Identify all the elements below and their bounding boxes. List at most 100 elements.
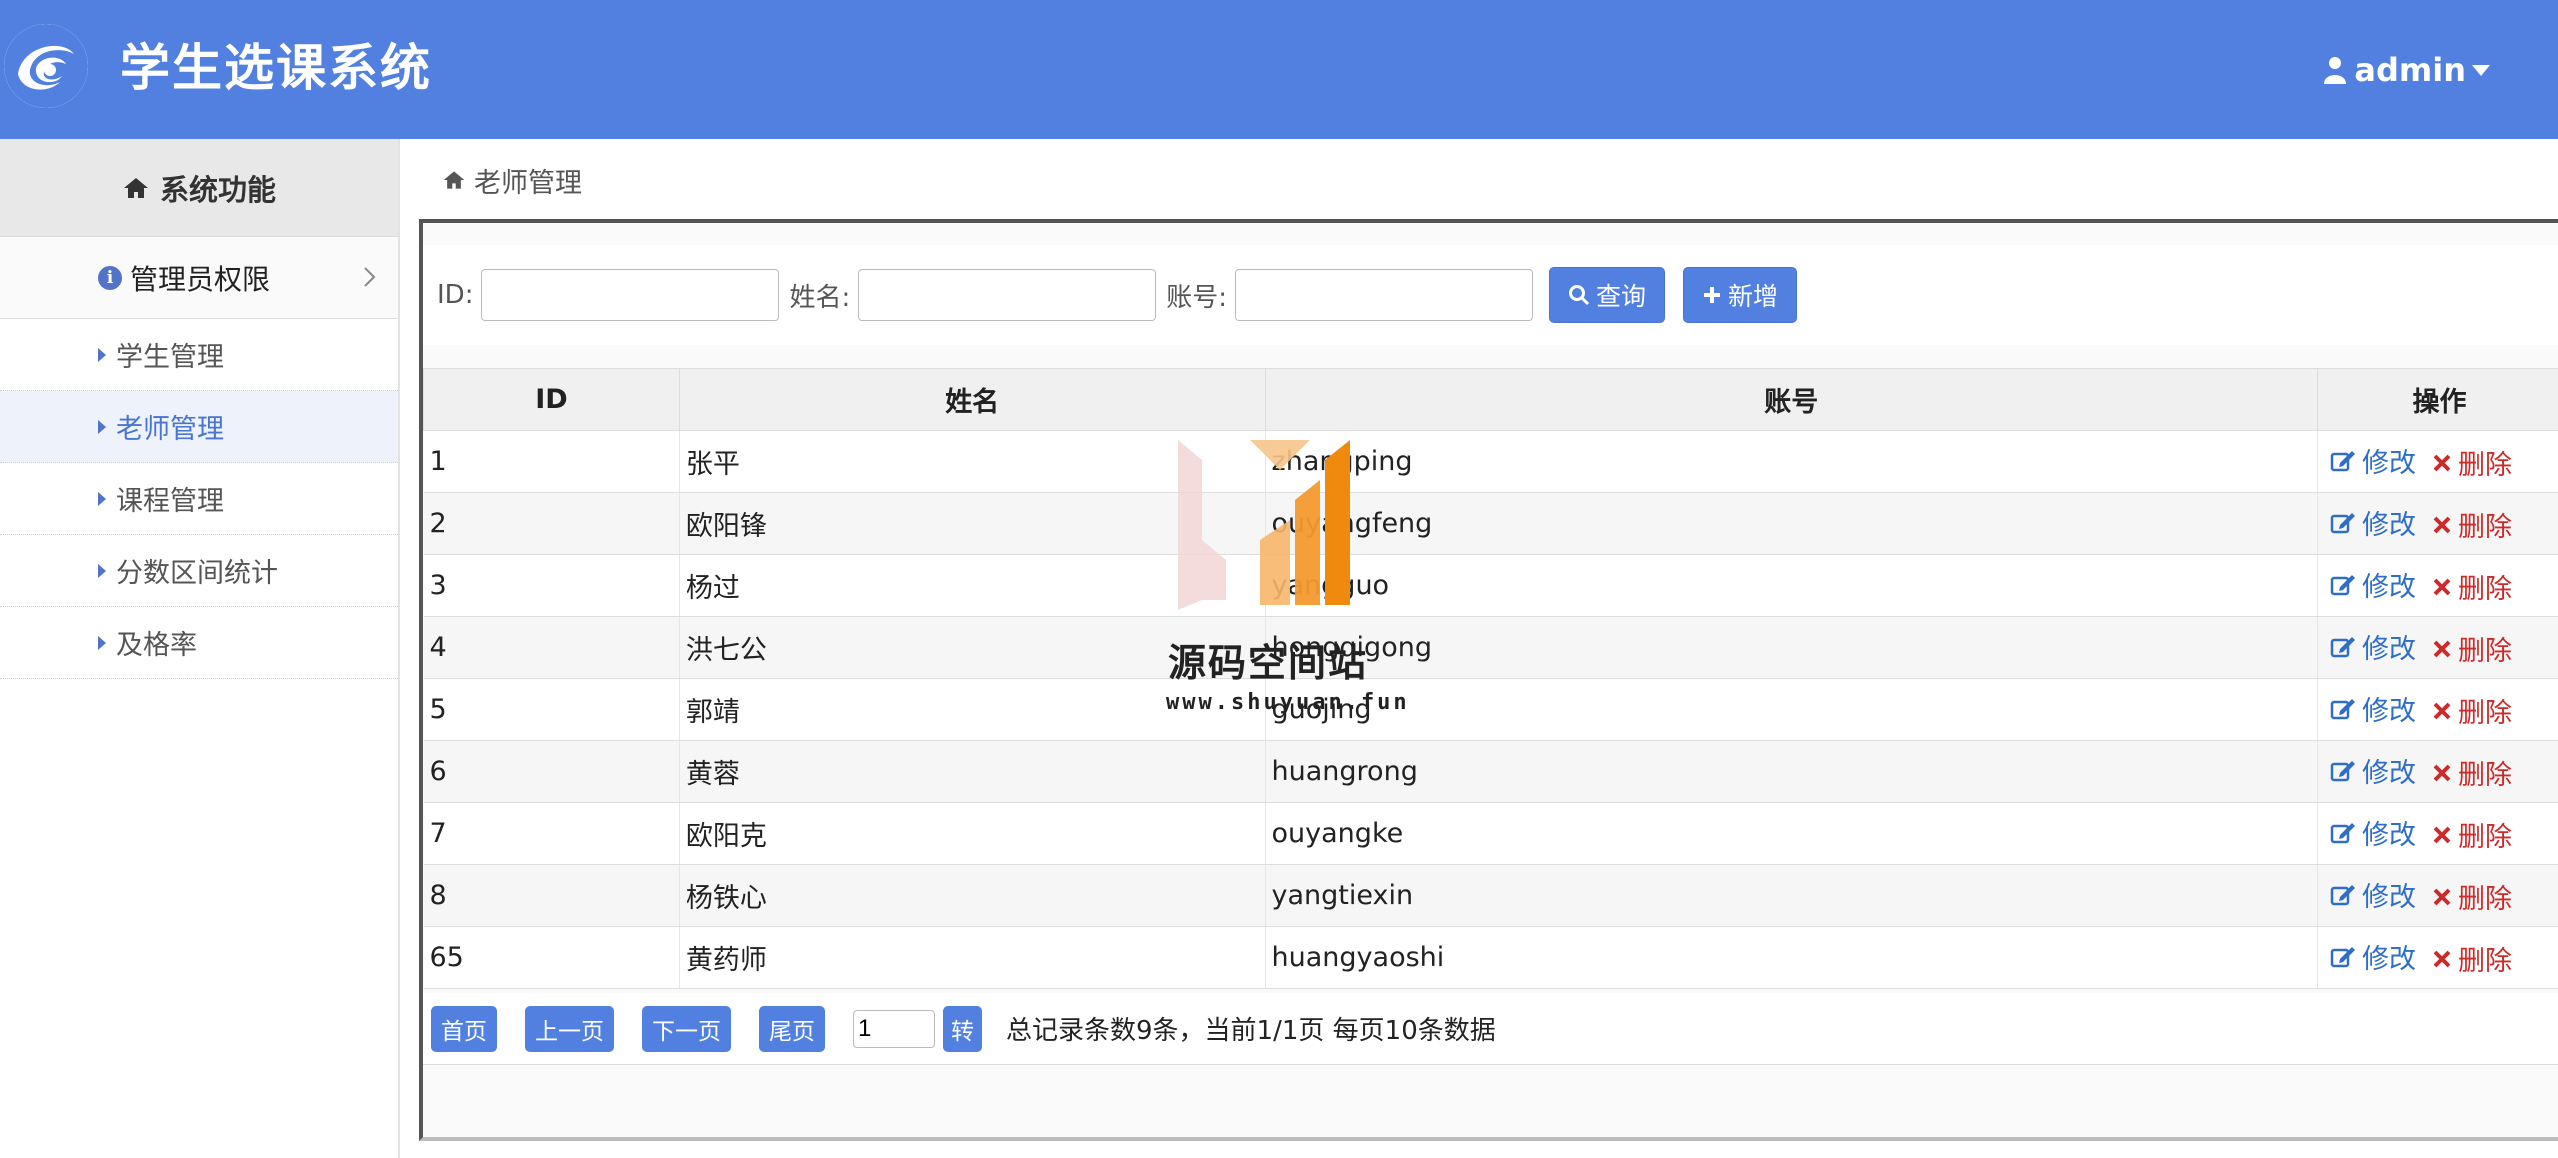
cell-id: 1 [423,430,680,493]
edit-label: 修改 [2362,634,2416,665]
watermark-url: www.shuyuan.fun [1166,690,1410,715]
cell-name: 杨铁心 [679,864,1266,927]
sidebar-item-score-range[interactable]: 分数区间统计 [0,535,398,607]
delete-button[interactable]: 删除 [2432,691,2512,730]
next-page-button[interactable]: 下一页 [642,1005,731,1052]
cell-id: 6 [423,740,680,803]
page-number-input[interactable] [853,1009,935,1048]
edit-icon [2330,450,2355,471]
close-icon [2433,950,2451,967]
close-icon [2433,702,2451,719]
close-icon [2433,888,2451,905]
id-input[interactable] [481,269,780,321]
cell-actions: 修改 删除 [2317,492,2558,555]
pagination: 首页 上一页 下一页 尾页 转 总记录条数9条，当前1/1页 每页10条数据 [423,993,2558,1065]
edit-button[interactable]: 修改 [2330,627,2416,666]
search-icon [1568,285,1590,306]
cell-id: 65 [423,926,680,989]
cell-actions: 修改 删除 [2317,554,2558,617]
edit-button[interactable]: 修改 [2330,503,2416,542]
delete-button[interactable]: 删除 [2432,877,2512,916]
delete-button[interactable]: 删除 [2432,505,2512,544]
delete-label: 删除 [2458,512,2512,543]
account-input[interactable] [1234,269,1533,321]
cell-actions: 修改 删除 [2317,678,2558,741]
delete-button[interactable]: 删除 [2432,815,2512,854]
table-header-row: ID 姓名 账号 操作 [423,368,2558,431]
edit-label: 修改 [2362,944,2416,975]
go-page-button[interactable]: 转 [943,1005,982,1052]
edit-icon [2330,946,2355,967]
cell-account: guojing [1265,678,2319,741]
table-row: 8 杨铁心 yangtiexin 修改 删除 [423,864,2558,927]
sidebar-group-admin[interactable]: i 管理员权限 [0,237,398,319]
cell-actions: 修改 删除 [2317,616,2558,679]
search-button[interactable]: 查询 [1548,267,1665,323]
delete-button[interactable]: 删除 [2432,567,2512,606]
sidebar-item-student[interactable]: 学生管理 [0,319,398,391]
column-header-account: 账号 [1264,368,2319,431]
table-row: 2 欧阳锋 ouyangfeng 修改 删除 [423,492,2558,555]
delete-button[interactable]: 删除 [2432,753,2512,792]
delete-label: 删除 [2458,574,2512,605]
first-page-button[interactable]: 首页 [431,1005,497,1052]
close-icon [2433,640,2451,657]
name-input[interactable] [858,269,1157,321]
delete-label: 删除 [2458,450,2512,481]
edit-label: 修改 [2362,572,2416,603]
edit-button[interactable]: 修改 [2330,751,2416,790]
app-logo [4,24,88,108]
cell-name: 张平 [679,430,1266,493]
cell-name: 杨过 [679,554,1266,617]
caret-down-icon [2472,64,2490,76]
edit-icon [2330,884,2355,905]
close-icon [2433,578,2451,595]
teacher-table: ID 姓名 账号 操作 1 张平 zhangping 修改 删除 2 欧阳锋 ouyangfe… [423,368,2558,989]
sidebar: 系统功能 i 管理员权限 学生管理 老师管理 课程管理 分数区间统计 及格率 [0,139,400,1158]
cell-name: 黄药师 [679,926,1266,989]
edit-icon [2330,760,2355,781]
delete-label: 删除 [2458,822,2512,853]
cell-account: ouyangfeng [1265,492,2319,555]
prev-page-button[interactable]: 上一页 [525,1005,614,1052]
cell-account: ouyangke [1265,802,2319,865]
name-label: 姓名: [789,282,851,313]
sidebar-item-course[interactable]: 课程管理 [0,463,398,535]
cell-actions: 修改 删除 [2317,740,2558,803]
sidebar-item-pass-rate[interactable]: 及格率 [0,607,398,679]
app-title: 学生选课系统 [120,39,432,97]
info-icon: i [98,265,122,290]
home-icon [123,177,148,198]
breadcrumb: 老师管理 [442,158,582,202]
edit-button[interactable]: 修改 [2330,441,2416,480]
breadcrumb-label: 老师管理 [474,167,582,199]
delete-label: 删除 [2458,760,2512,791]
edit-button[interactable]: 修改 [2330,813,2416,852]
delete-button[interactable]: 删除 [2432,939,2512,978]
user-menu[interactable]: admin [2324,48,2490,92]
cell-account: hongqigong [1265,616,2319,679]
edit-button[interactable]: 修改 [2330,689,2416,728]
watermark-name: 源码空间站 [1168,641,1369,685]
sidebar-item-teacher[interactable]: 老师管理 [0,391,398,463]
user-icon [2324,57,2347,84]
edit-button[interactable]: 修改 [2330,875,2416,914]
home-icon [443,171,465,189]
table-row: 6 黄蓉 huangrong 修改 删除 [423,740,2558,803]
column-header-actions: 操作 [2317,368,2558,431]
cell-name: 欧阳锋 [679,492,1266,555]
sidebar-item-label: 老师管理 [116,414,224,445]
delete-button[interactable]: 删除 [2432,443,2512,482]
close-icon [2433,516,2451,533]
sidebar-item-label: 课程管理 [116,486,224,517]
edit-button[interactable]: 修改 [2330,565,2416,604]
edit-button[interactable]: 修改 [2330,937,2416,976]
edit-icon [2330,574,2355,595]
delete-button[interactable]: 删除 [2432,629,2512,668]
last-page-button[interactable]: 尾页 [759,1005,825,1052]
add-button[interactable]: 新增 [1683,267,1798,323]
caret-right-icon [98,419,106,434]
table-row: 1 张平 zhangping 修改 删除 [423,430,2558,493]
close-icon [2433,454,2451,471]
table-row: 3 杨过 yangguo 修改 删除 [423,554,2558,617]
